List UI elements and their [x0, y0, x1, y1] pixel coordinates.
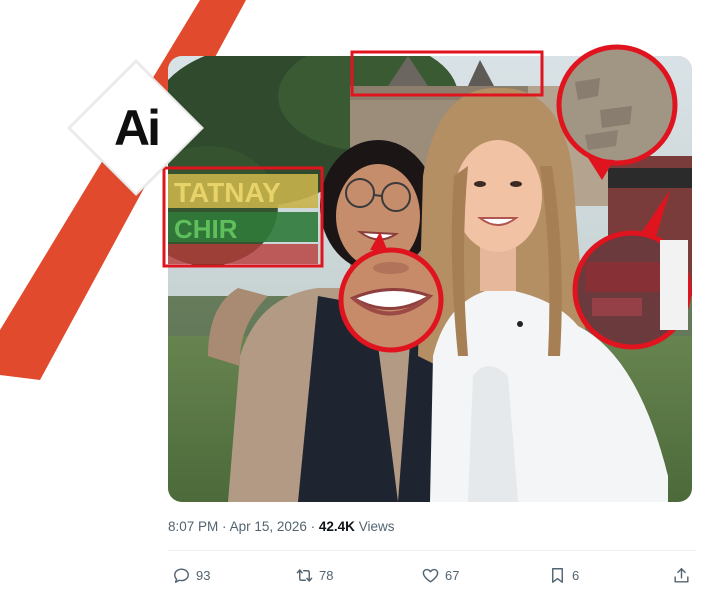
bookmark-icon	[552, 567, 563, 583]
tweet-action-bar: 93 78 67 6	[168, 562, 696, 588]
photo-illustration: TATNAY CHIR	[168, 56, 692, 502]
action-divider	[168, 550, 696, 551]
tweet-time[interactable]: 8:07 PM	[168, 519, 218, 534]
heart-icon	[422, 568, 439, 583]
reply-count: 93	[196, 567, 211, 583]
tweet-meta: 8:07 PM · Apr 15, 2026 · 42.4K Views	[168, 519, 394, 537]
tweet-date[interactable]: Apr 15, 2026	[230, 519, 307, 534]
retweet-button[interactable]: 78	[295, 562, 333, 588]
meta-separator-2: ·	[310, 519, 316, 534]
ai-badge-text: Ai	[114, 100, 161, 156]
like-button[interactable]: 67	[421, 562, 459, 588]
share-button[interactable]	[672, 562, 691, 588]
retweet-icon	[296, 568, 313, 582]
ai-badge: Ai	[68, 60, 204, 196]
share-icon	[674, 567, 689, 583]
tweet-photo[interactable]: TATNAY CHIR	[168, 56, 692, 502]
like-count: 67	[445, 567, 460, 583]
views-count: 42.4K	[318, 519, 355, 534]
bookmark-button[interactable]: 6	[548, 562, 579, 588]
sign-text-bottom: CHIR	[174, 214, 238, 244]
retweet-count: 78	[319, 567, 334, 583]
views-label: Views	[358, 519, 395, 534]
reply-button[interactable]: 93	[172, 562, 210, 588]
meta-separator: ·	[222, 519, 227, 534]
bookmark-count: 6	[572, 567, 580, 583]
reply-icon	[174, 567, 189, 583]
